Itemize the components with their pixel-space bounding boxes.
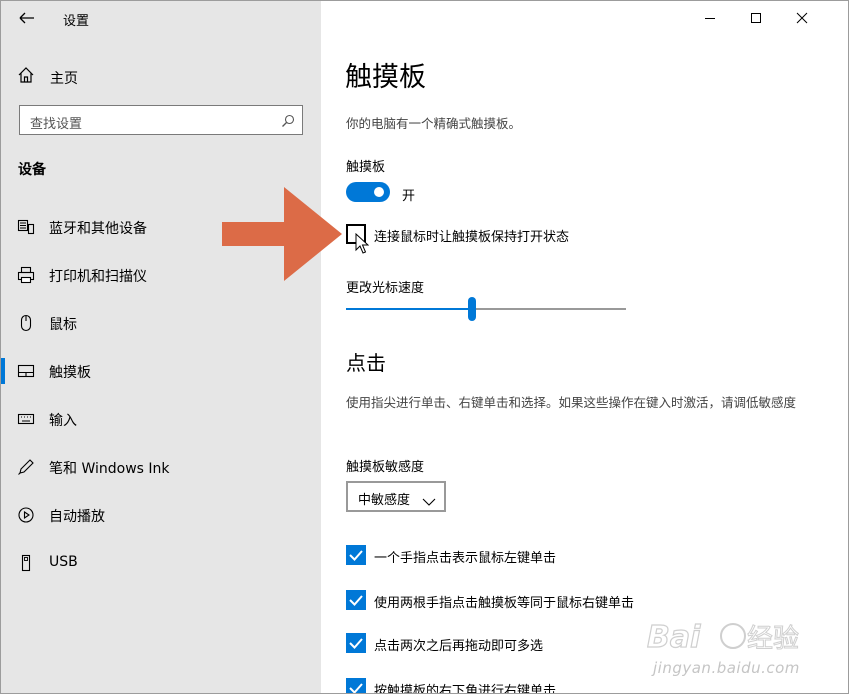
home-label: 主页: [50, 71, 78, 87]
one-finger-tap-checkbox[interactable]: [346, 545, 366, 565]
toggle-state-label: 开: [402, 189, 416, 204]
sidebar-item-usb[interactable]: USB: [1, 543, 321, 583]
sensitivity-label: 触摸板敏感度: [346, 460, 425, 475]
taps-section-title: 点击: [346, 351, 386, 375]
touchpad-toggle[interactable]: [346, 182, 390, 202]
usb-icon: [17, 554, 35, 572]
checkbox-label: 按触摸板的右下角进行右键单击: [374, 684, 557, 694]
sidebar-item-label: 鼠标: [49, 317, 77, 333]
app-title: 设置: [63, 14, 90, 29]
home-nav-item[interactable]: 主页: [1, 59, 321, 93]
checkmark-icon: [349, 550, 363, 561]
sensitivity-dropdown[interactable]: 中敏感度: [346, 481, 446, 512]
minimize-button[interactable]: [687, 1, 733, 35]
sidebar-item-label: 打印机和扫描仪: [49, 269, 147, 285]
page-description: 你的电脑有一个精确式触摸板。: [346, 116, 522, 131]
checkmark-icon: [349, 595, 363, 606]
slider-fill: [346, 308, 472, 310]
sidebar-item-autoplay[interactable]: 自动播放: [1, 495, 321, 535]
toggle-knob: [374, 187, 384, 197]
two-finger-tap-checkbox[interactable]: [346, 590, 366, 610]
keep-on-label: 连接鼠标时让触摸板保持打开状态: [374, 230, 570, 245]
sidebar: 设置 主页 查找设置 设备 蓝牙和其他设备 打印机和扫描仪 鼠标 触摸板 输入 …: [1, 1, 321, 693]
mouse-pointer-icon: [355, 232, 370, 259]
back-button[interactable]: [11, 6, 41, 30]
search-input[interactable]: 查找设置: [19, 105, 303, 135]
svg-text:经验: 经验: [747, 624, 799, 654]
slider-thumb[interactable]: [468, 297, 476, 321]
checkbox-label: 点击两次之后再拖动即可多选: [374, 639, 544, 654]
close-icon: [796, 12, 808, 24]
sidebar-item-touchpad[interactable]: 触摸板: [1, 351, 321, 391]
checkbox-label: 一个手指点击表示鼠标左键单击: [374, 551, 557, 566]
checkmark-icon: [349, 638, 363, 649]
maximize-button[interactable]: [733, 1, 779, 35]
taps-description: 使用指尖进行单击、右键单击和选择。如果这些操作在键入时激活，请调低敏感度: [346, 395, 797, 410]
maximize-icon: [751, 13, 761, 23]
svg-text:Bai: Bai: [647, 620, 701, 655]
section-title: 设备: [18, 162, 46, 178]
checkbox-label: 使用两根手指点击触摸板等同于鼠标右键单击: [374, 596, 635, 611]
sidebar-item-label: USB: [49, 554, 78, 570]
autoplay-icon: [17, 506, 35, 524]
sidebar-item-typing[interactable]: 输入: [1, 399, 321, 439]
pen-icon: [17, 458, 35, 476]
sidebar-item-label: 蓝牙和其他设备: [49, 221, 147, 237]
sidebar-item-label: 触摸板: [49, 365, 91, 381]
page-title: 触摸板: [345, 62, 426, 93]
touchpad-label: 触摸板: [346, 160, 386, 175]
settings-window: 设置 主页 查找设置 设备 蓝牙和其他设备 打印机和扫描仪 鼠标 触摸板 输入 …: [0, 0, 849, 694]
annotation-arrow-icon: [222, 187, 342, 285]
mouse-icon: [17, 314, 35, 332]
minimize-icon: [705, 18, 715, 19]
sidebar-item-mouse[interactable]: 鼠标: [1, 303, 321, 343]
selection-indicator: [1, 358, 5, 384]
printer-icon: [17, 266, 35, 284]
chevron-down-icon: [422, 492, 436, 511]
sidebar-item-pen[interactable]: 笔和 Windows Ink: [1, 447, 321, 487]
sidebar-item-label: 笔和 Windows Ink: [49, 461, 170, 477]
sidebar-item-label: 输入: [49, 413, 77, 429]
close-button[interactable]: [779, 1, 825, 35]
bluetooth-devices-icon: [17, 218, 35, 236]
checkmark-icon: [349, 683, 363, 693]
search-icon: [281, 113, 295, 132]
cursor-speed-label: 更改光标速度: [346, 281, 425, 296]
home-icon: [17, 66, 35, 88]
sidebar-item-label: 自动播放: [49, 509, 105, 525]
cursor-speed-slider[interactable]: [346, 297, 626, 321]
search-placeholder: 查找设置: [30, 117, 83, 132]
double-tap-drag-checkbox[interactable]: [346, 633, 366, 653]
keyboard-icon: [17, 410, 35, 428]
watermark-text: jingyan.baidu.com: [653, 659, 800, 677]
back-arrow-icon: [19, 12, 34, 24]
main-content: 触摸板 你的电脑有一个精确式触摸板。 触摸板 开 连接鼠标时让触摸板保持打开状态…: [321, 1, 848, 693]
sensitivity-value: 中敏感度: [358, 493, 411, 508]
touchpad-icon: [17, 362, 35, 380]
bottom-right-press-checkbox[interactable]: [346, 678, 366, 693]
